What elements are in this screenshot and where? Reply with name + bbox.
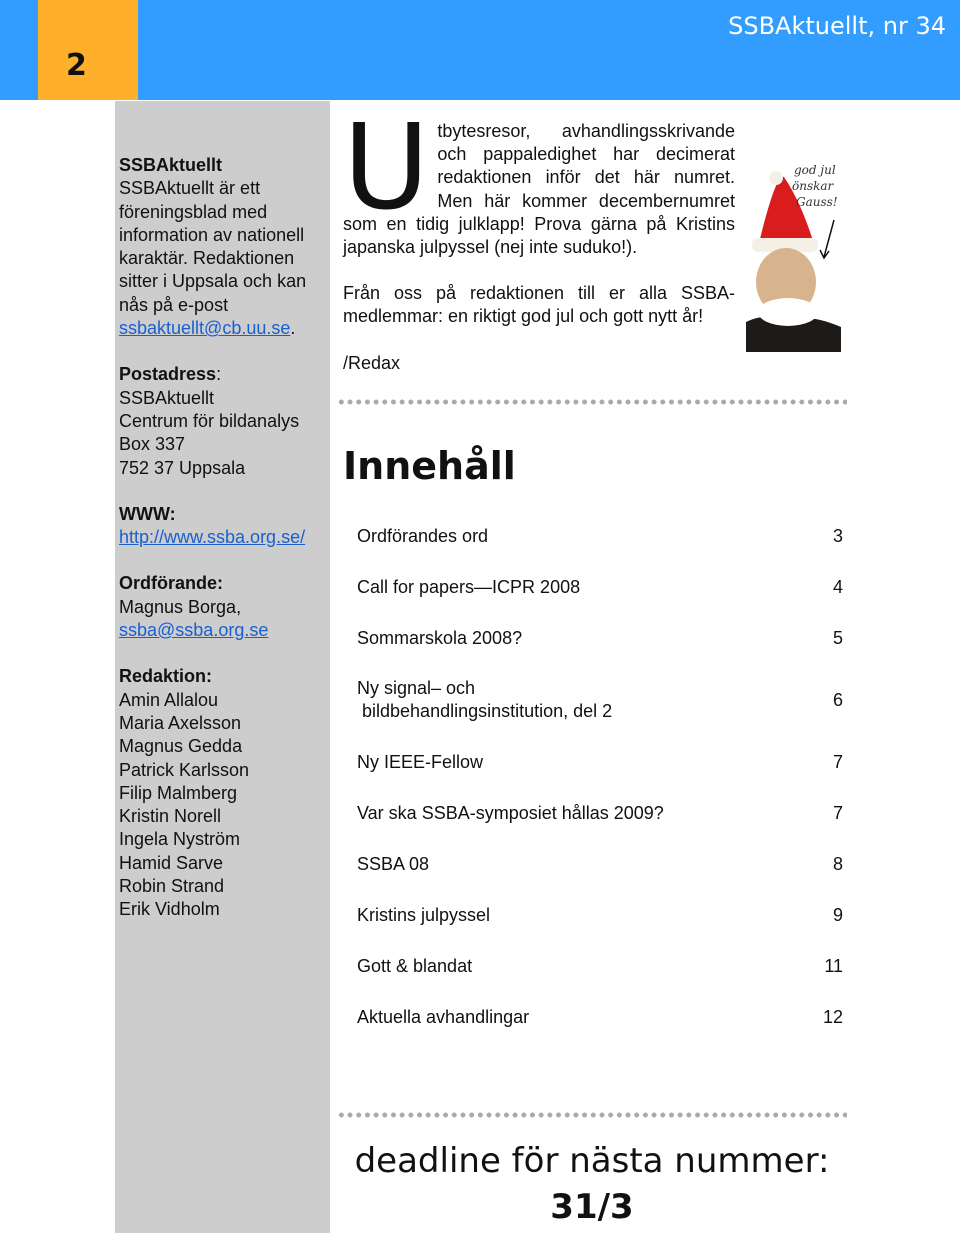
svg-text:Gauss!: Gauss! [796,195,838,209]
toc-entry-label: Ordförandes ord [357,526,489,546]
editor-name: Filip Malmberg [119,782,238,803]
toc-entry-page: 11 [824,956,843,976]
toc-entry-label: Var ska SSBA-symposiet hållas 2009? [357,803,664,823]
dotted-divider [337,1112,847,1118]
page-number: 2 [38,0,138,100]
toc-entry-page: 6 [832,689,843,710]
chair-email-link[interactable]: ssba@ssba.org.se [119,620,268,640]
toc-entry-label: Ny IEEE-Fellow [357,752,484,772]
editor-name: Robin Strand [119,876,225,897]
sidebar: SSBAktuellt SSBAktuellt är ett föreningsb… [115,101,330,1233]
toc-entry[interactable]: Ny signal– och bildbehandlingsinstitutio… [357,677,843,723]
about-heading: SSBAktuellt [119,155,223,175]
signature: /Redax [343,352,401,373]
editor-name: Ingela Nyström [119,829,241,850]
about-text: SSBAktuellt är ett föreningsblad med inf… [119,178,307,315]
toc-entry[interactable]: Gott & blandat 11 [357,955,843,978]
www-link[interactable]: http://www.ssba.org.se/ [119,527,305,547]
toc-entry-page: 5 [832,628,843,648]
toc-entry-page: 9 [832,905,843,925]
www-heading: WWW: [119,503,176,524]
toc-entry-page: 7 [832,803,843,823]
toc-entry[interactable]: Ordförandes ord 3 [357,525,843,548]
toc-entry[interactable]: Kristins julpyssel 9 [357,904,843,927]
editor-name: Magnus Gedda [119,736,243,757]
toc-entry-page: 4 [832,577,843,597]
gauss-santa-image: god jul önskar Gauss! [746,163,841,352]
editor-name: Kristin Norell [119,806,222,827]
toc-entry-page: 8 [832,854,843,874]
greeting-paragraph: Från oss på redaktionen till er alla SSB… [343,283,735,327]
dotted-divider [337,399,847,405]
toc-entry[interactable]: Var ska SSBA-symposiet hållas 2009? 7 [357,802,843,825]
editor-name: Amin Allalou [119,689,219,710]
toc-entry-page: 12 [822,1007,843,1027]
header-bar: 2 SSBAktuellt, nr 34 [0,0,960,100]
publication-title: SSBAktuellt, nr 34 [728,12,946,40]
editor-name: Hamid Sarve [119,852,224,873]
deadline-text: deadline för nästa nummer: [354,1141,830,1181]
chair-heading: Ordförande: [119,573,224,594]
postal-line: 752 37 Uppsala [119,457,246,478]
toc-entry[interactable]: Ny IEEE-Fellow 7 [357,751,843,774]
toc-entry-label: Ny signal– och bildbehandlingsinstitutio… [357,678,613,721]
postal-line: Centrum för bildanalys [119,410,300,431]
toc-entry[interactable]: Aktuella avhandlingar 12 [357,1006,843,1029]
toc-entry-label: Gott & blandat [357,956,473,976]
intro-section: god jul önskar Gauss! U tbytesresor, avh… [343,98,843,375]
toc-title: Innehåll [343,444,516,488]
toc-entry-label: Kristins julpyssel [357,905,491,925]
toc-entry-label: Sommarskola 2008? [357,628,523,648]
svg-text:god jul: god jul [794,163,836,177]
svg-text:önskar: önskar [792,179,835,193]
postal-line: SSBAktuellt [119,387,215,408]
deadline-notice: deadline för nästa nummer: 31/3 [337,1138,847,1230]
editor-name: Patrick Karlsson [119,759,250,780]
editors-heading: Redaktion: [119,666,213,687]
toc-entry-label: Call for papers—ICPR 2008 [357,577,581,597]
toc-entry-page: 7 [832,752,843,772]
deadline-date: 31/3 [550,1187,634,1227]
toc-entry[interactable]: SSBA 08 8 [357,853,843,876]
toc-entry[interactable]: Call for papers—ICPR 2008 4 [357,576,843,599]
postal-line: Box 337 [119,434,186,455]
editor-name: Maria Axelsson [119,712,242,733]
drop-cap: U [343,98,430,236]
editor-name: Erik Vidholm [119,899,220,920]
toc-entry[interactable]: Sommarskola 2008? 5 [357,627,843,650]
toc-entry-label: SSBA 08 [357,854,430,874]
chair-name: Magnus Borga, [119,596,242,617]
postal-heading: Postadress [119,364,217,385]
toc-entry-label: Aktuella avhandlingar [357,1007,530,1027]
toc-entry-page: 3 [832,526,843,546]
about-email-link[interactable]: ssbaktuellt@cb.uu.se [119,318,290,338]
